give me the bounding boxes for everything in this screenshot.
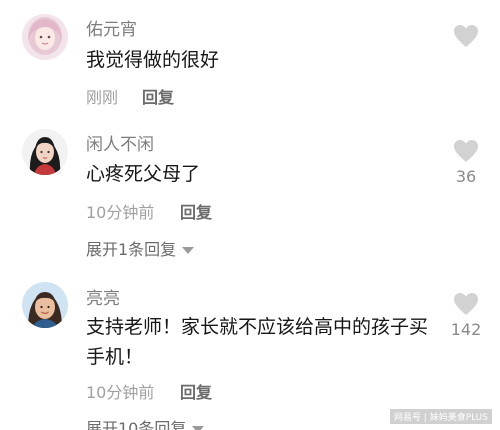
like-count: 36 (455, 167, 477, 186)
comment-timestamp: 10分钟前 (86, 203, 155, 222)
heart-icon (454, 140, 478, 162)
comment-timestamp: 10分钟前 (86, 383, 155, 402)
reply-button[interactable]: 回复 (180, 199, 212, 223)
comment-timestamp: 刚刚 (86, 88, 119, 107)
comment-text: 我觉得做的很好 (86, 49, 220, 71)
like-button[interactable] (436, 24, 496, 48)
chevron-down-icon (182, 247, 195, 254)
reply-button[interactable]: 回复 (142, 84, 174, 108)
heart-icon (454, 293, 478, 315)
comment-username[interactable]: 佑元宵 (86, 15, 137, 40)
expand-replies-button[interactable]: 展开1条回复 (86, 236, 195, 260)
user-avatar-image (22, 282, 68, 328)
expand-replies-label: 展开1条回复 (86, 240, 177, 259)
chevron-down-icon (192, 426, 205, 430)
comment-item: 佑元宵 我觉得做的很好 刚刚 回复 (0, 0, 500, 115)
avatar[interactable] (22, 282, 68, 328)
comment-text: 支持老师！家长就不应该给高中的孩子买手机！ (86, 316, 429, 368)
expand-replies-label: 展开10条回复 (86, 419, 187, 430)
comment-text: 心疼死父母了 (86, 163, 201, 185)
comment-username[interactable]: 闲人不闲 (86, 130, 154, 155)
watermark: 网易号 | 妹妈美食PLUS (389, 409, 492, 424)
expand-replies-button[interactable]: 展开10条回复 (86, 415, 205, 430)
reply-button[interactable]: 回复 (180, 379, 212, 403)
comment-item: 闲人不闲 心疼死父母了 10分钟前 回复 展开1条回复 36 (0, 115, 500, 270)
user-avatar-image (22, 14, 68, 60)
heart-icon (454, 25, 478, 47)
comment-username[interactable]: 亮亮 (86, 284, 120, 309)
comment-item: 亮亮 支持老师！家长就不应该给高中的孩子买手机！ 10分钟前 回复 展开10条回… (0, 270, 500, 430)
like-button[interactable]: 142 (436, 292, 496, 339)
like-button[interactable]: 36 (436, 139, 496, 186)
comment-list: 佑元宵 我觉得做的很好 刚刚 回复 闲人不闲 心疼死父母了 10分钟前 回复 展… (0, 0, 500, 430)
like-count: 142 (450, 320, 482, 339)
avatar[interactable] (22, 129, 68, 175)
user-avatar-image (22, 129, 68, 175)
avatar[interactable] (22, 14, 68, 60)
